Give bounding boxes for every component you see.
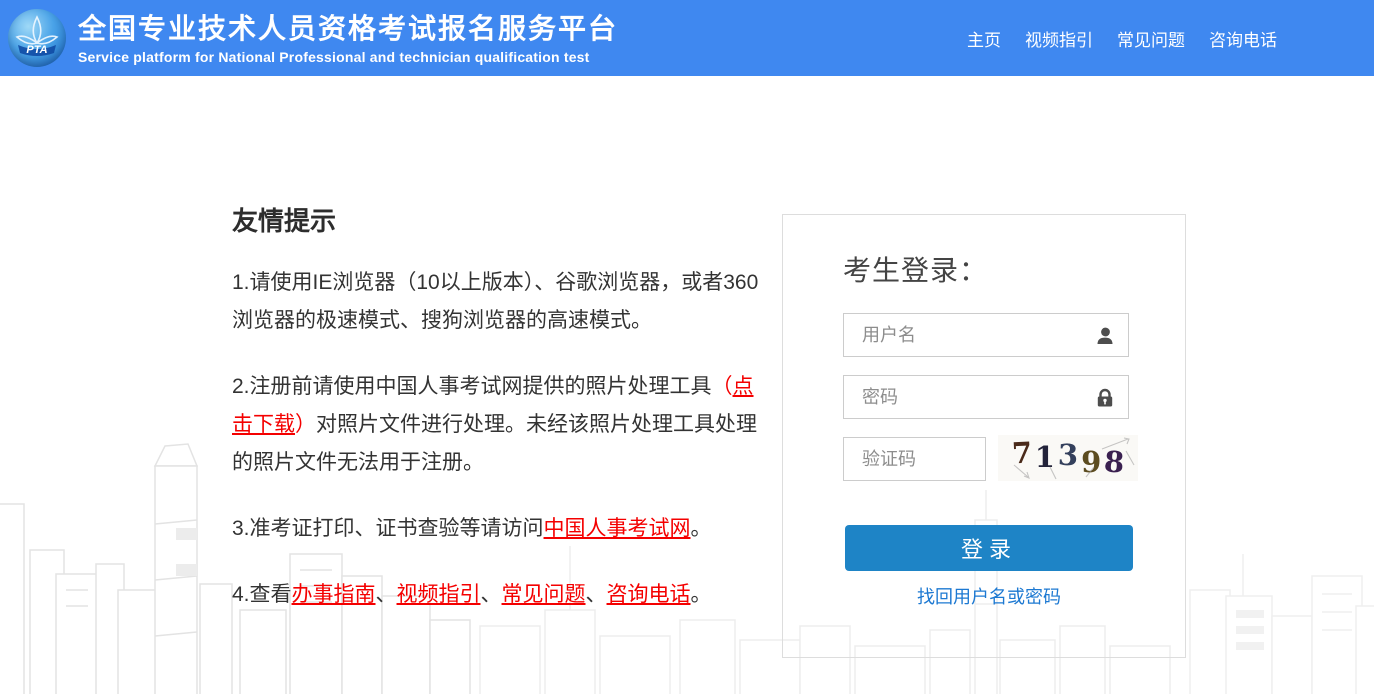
nav-home[interactable]: 主页 <box>967 26 1001 51</box>
notice-item-1: 1.请使用IE浏览器（10以上版本）、谷歌浏览器，或者360浏览器的极速模式、搜… <box>232 264 768 340</box>
phone-link[interactable]: 咨询电话 <box>607 583 691 606</box>
nav-faq[interactable]: 常见问题 <box>1117 26 1185 51</box>
captcha-digit: 1 <box>1035 440 1055 474</box>
header-nav: 主页 视频指引 常见问题 咨询电话 <box>967 0 1277 76</box>
username-field-wrap <box>843 313 1129 357</box>
faq-link[interactable]: 常见问题 <box>502 583 586 606</box>
nav-phone[interactable]: 咨询电话 <box>1209 26 1277 51</box>
page: PTA 全国专业技术人员资格考试报名服务平台 Service platform … <box>0 0 1374 694</box>
notice-item-3-text: 3.准考证打印、证书查验等请访问 <box>232 517 544 540</box>
separator: 、 <box>586 583 607 606</box>
pta-logo-emblem: PTA <box>8 9 66 67</box>
notice-item-2-text: 2.注册前请使用中国人事考试网提供的照片处理工具 <box>232 375 712 398</box>
notice-item-4-period: 。 <box>691 583 712 606</box>
cpta-site-link[interactable]: 中国人事考试网 <box>544 517 691 540</box>
notice-item-2: 2.注册前请使用中国人事考试网提供的照片处理工具（点击下载）对照片文件进行处理。… <box>232 368 768 482</box>
separator: 、 <box>376 583 397 606</box>
notice-section: 友情提示 1.请使用IE浏览器（10以上版本）、谷歌浏览器，或者360浏览器的极… <box>232 201 768 642</box>
notice-item-3-period: 。 <box>691 517 712 540</box>
login-panel: 考生登录： 7 1 3 9 <box>782 214 1186 658</box>
captcha-image[interactable]: 7 1 3 9 8 <box>998 435 1138 481</box>
login-heading: 考生登录： <box>843 249 988 289</box>
service-guide-link[interactable]: 办事指南 <box>292 583 376 606</box>
svg-text:PTA: PTA <box>26 44 47 56</box>
lock-icon <box>1094 387 1116 409</box>
header-titles: 全国专业技术人员资格考试报名服务平台 Service platform for … <box>78 11 618 65</box>
nav-video-guide[interactable]: 视频指引 <box>1025 26 1093 51</box>
notice-heading: 友情提示 <box>232 201 768 238</box>
separator: 、 <box>481 583 502 606</box>
video-guide-link[interactable]: 视频指引 <box>397 583 481 606</box>
captcha-digit: 3 <box>1057 438 1078 473</box>
password-field-wrap <box>843 375 1129 419</box>
site-subtitle: Service platform for National Profession… <box>78 49 618 65</box>
site-title: 全国专业技术人员资格考试报名服务平台 <box>78 11 618 47</box>
captcha-input[interactable] <box>844 438 985 480</box>
person-icon <box>1094 325 1116 347</box>
notice-item-4-text: 4.查看 <box>232 583 292 606</box>
login-button[interactable]: 登录 <box>845 525 1133 571</box>
notice-item-1-text: 1.请使用IE浏览器（10以上版本）、谷歌浏览器，或者360浏览器的极速模式、搜… <box>232 271 758 332</box>
captcha-field-wrap <box>843 437 986 481</box>
forgot-credentials-link[interactable]: 找回用户名或密码 <box>845 583 1133 609</box>
notice-item-4: 4.查看办事指南、视频指引、常见问题、咨询电话。 <box>232 576 768 614</box>
header: PTA 全国专业技术人员资格考试报名服务平台 Service platform … <box>0 0 1374 76</box>
pta-logo[interactable]: PTA <box>8 9 66 67</box>
captcha-digit: 9 <box>1081 445 1101 479</box>
password-input[interactable] <box>844 376 1128 418</box>
captcha-digit: 7 <box>1011 435 1033 470</box>
notice-item-3: 3.准考证打印、证书查验等请访问中国人事考试网。 <box>232 510 768 548</box>
captcha-digits: 7 1 3 9 8 <box>998 435 1138 481</box>
paren-open: （ <box>712 375 733 398</box>
captcha-digit: 8 <box>1103 444 1126 479</box>
username-input[interactable] <box>844 314 1128 356</box>
paren-close: ） <box>295 413 316 436</box>
